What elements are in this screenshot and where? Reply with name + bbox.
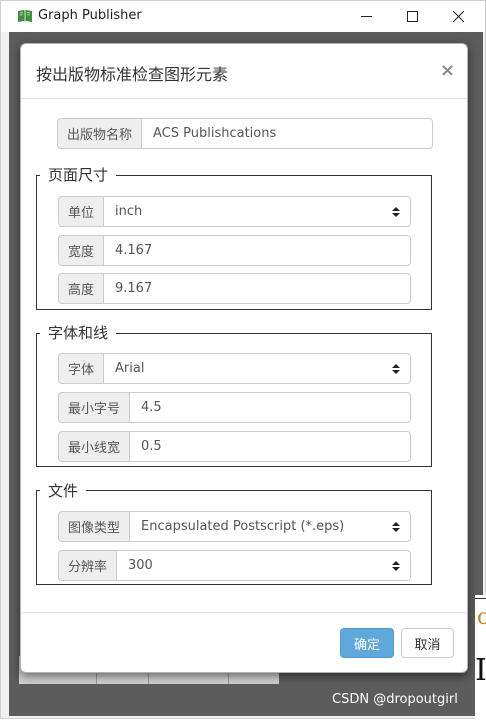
title-bar[interactable]: Graph Publisher	[1, 1, 485, 32]
ok-button[interactable]: 确定	[340, 628, 394, 658]
resolution-label: 分辨率	[58, 550, 116, 581]
window-title: Graph Publisher	[38, 8, 142, 23]
unit-group: 单位 inch	[58, 196, 411, 227]
resolution-group: 分辨率 300	[58, 550, 411, 581]
image-type-select[interactable]: Encapsulated Postscript (*.eps)	[129, 511, 411, 542]
min-font-size-input[interactable]: 4.5	[129, 392, 411, 423]
unit-select[interactable]: inch	[103, 196, 411, 227]
dialog-footer-divider	[21, 612, 467, 613]
book-icon	[18, 10, 32, 22]
min-font-size-group: 最小字号 4.5	[58, 392, 411, 423]
file-legend: 文件	[40, 480, 87, 501]
maximize-icon	[406, 11, 418, 22]
background-rule	[475, 598, 486, 599]
check-dialog: 按出版物标准检查图形元素 × 出版物名称 ACS Publishcations …	[20, 43, 468, 673]
image-type-value: Encapsulated Postscript (*.eps)	[141, 519, 345, 534]
unit-label: 单位	[58, 196, 103, 227]
dialog-title: 按出版物标准检查图形元素	[36, 65, 229, 84]
publication-input[interactable]: ACS Publishcations	[141, 118, 433, 149]
maximize-button[interactable]	[389, 1, 435, 32]
minimize-icon	[360, 16, 372, 17]
width-input[interactable]: 4.167	[103, 235, 411, 266]
min-font-size-label: 最小字号	[58, 392, 129, 423]
select-caret-icon	[392, 207, 400, 217]
height-group: 高度 9.167	[58, 273, 411, 304]
page-size-legend: 页面尺寸	[40, 164, 117, 185]
image-type-label: 图像类型	[58, 511, 129, 542]
width-group: 宽度 4.167	[58, 235, 411, 266]
background-glyph: c	[477, 605, 486, 630]
min-line-width-group: 最小线宽 0.5	[58, 431, 411, 462]
font-label: 字体	[58, 353, 103, 384]
width-label: 宽度	[58, 235, 103, 266]
font-value: Arial	[115, 361, 145, 376]
font-line-legend: 字体和线	[40, 322, 117, 343]
cancel-button[interactable]: 取消	[401, 628, 454, 658]
publication-label: 出版物名称	[57, 118, 141, 149]
publication-group: 出版物名称 ACS Publishcations	[57, 118, 433, 149]
select-caret-icon	[392, 522, 400, 532]
close-icon	[452, 11, 464, 22]
resolution-select[interactable]: 300	[116, 550, 411, 581]
font-group: 字体 Arial	[58, 353, 411, 384]
app-window: Graph Publisher c I 按出版物标准检查图形元素 × 出版物名称…	[0, 0, 486, 720]
dialog-close-button[interactable]: ×	[440, 60, 455, 81]
height-input[interactable]: 9.167	[103, 273, 411, 304]
unit-value: inch	[115, 204, 143, 219]
minimize-button[interactable]	[343, 1, 389, 32]
select-caret-icon	[392, 364, 400, 374]
min-line-width-input[interactable]: 0.5	[129, 431, 411, 462]
font-select[interactable]: Arial	[103, 353, 411, 384]
min-line-width-label: 最小线宽	[58, 431, 129, 462]
image-type-group: 图像类型 Encapsulated Postscript (*.eps)	[58, 511, 411, 542]
resolution-value: 300	[128, 558, 153, 573]
height-label: 高度	[58, 273, 103, 304]
background-glyph: I	[475, 653, 486, 688]
dialog-header: 按出版物标准检查图形元素 ×	[21, 44, 467, 99]
watermark: CSDN @dropoutgirl	[332, 692, 458, 707]
window-close-button[interactable]	[435, 1, 481, 32]
select-caret-icon	[392, 561, 400, 571]
